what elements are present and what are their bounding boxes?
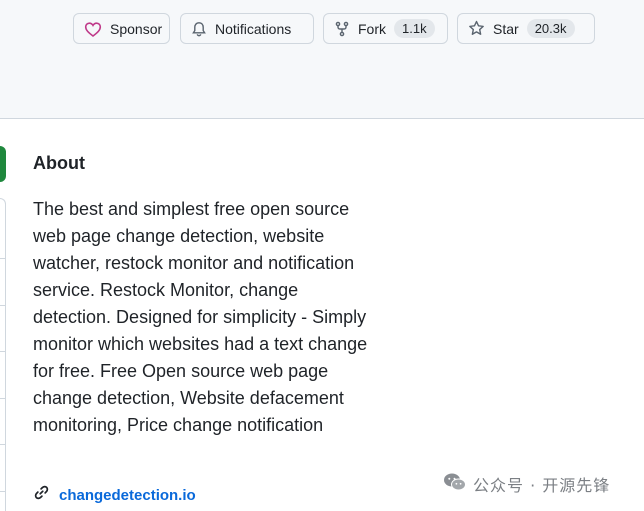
fork-count[interactable]: 1.1k xyxy=(394,19,435,38)
star-count[interactable]: 20.3k xyxy=(526,19,575,38)
website-link[interactable]: changedetection.io xyxy=(59,487,196,504)
file-row-divider xyxy=(0,398,6,399)
fork-button[interactable]: Fork 1.1k xyxy=(323,13,448,44)
wechat-icon xyxy=(443,472,467,496)
sponsor-label: Sponsor xyxy=(110,20,163,37)
star-button[interactable]: Star 20.3k xyxy=(457,13,595,44)
file-row-divider xyxy=(0,258,6,259)
watermark: 公众号 · 开源先锋 xyxy=(443,472,610,496)
file-row-divider xyxy=(0,444,6,445)
notifications-label: Notifications xyxy=(215,20,292,37)
link-icon xyxy=(33,484,50,506)
about-heading: About xyxy=(33,153,85,173)
file-row-divider xyxy=(0,305,6,306)
file-row-divider xyxy=(0,351,6,352)
star-icon xyxy=(468,20,485,37)
repo-forked-icon xyxy=(334,21,350,37)
bell-icon xyxy=(191,21,207,37)
code-button-edge[interactable] xyxy=(0,146,6,182)
file-list-edge xyxy=(0,198,6,511)
watermark-text: 公众号 · 开源先锋 xyxy=(473,476,611,495)
website-row: changedetection.io xyxy=(33,484,196,506)
notifications-button[interactable]: Notifications xyxy=(180,13,314,44)
sponsor-button[interactable]: Sponsor xyxy=(73,13,170,44)
star-label: Star xyxy=(493,20,519,37)
heart-icon xyxy=(84,20,102,38)
fork-label: Fork xyxy=(358,20,386,37)
file-row-divider xyxy=(0,491,6,492)
about-description: The best and simplest free open source w… xyxy=(33,199,368,435)
